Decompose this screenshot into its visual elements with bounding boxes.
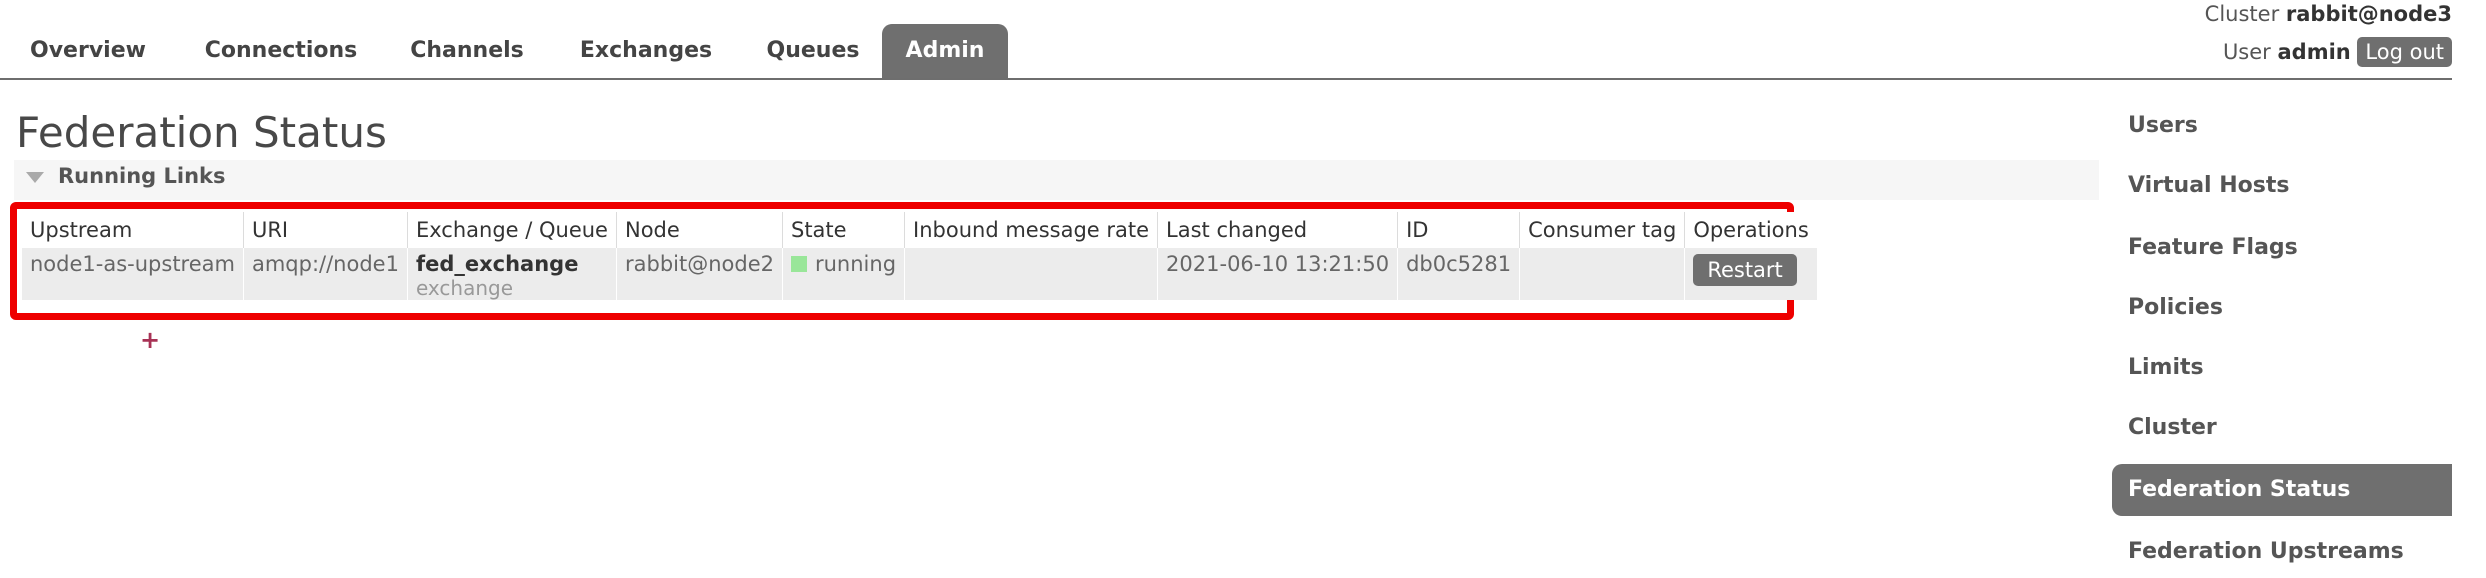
tab-channels[interactable]: Channels: [394, 24, 540, 78]
column-header: Exchange / Queue: [406, 212, 617, 248]
user-label: User: [2222, 40, 2271, 64]
sidebar-item-users[interactable]: Users: [2112, 100, 2452, 152]
column-header: URI: [242, 212, 408, 248]
logout-button[interactable]: Log out: [2357, 37, 2452, 67]
sidebar-item-policies[interactable]: Policies: [2112, 282, 2452, 334]
user-line: User admin Log out: [2205, 36, 2452, 68]
column-header: Operations: [1684, 212, 1817, 248]
sidebar-item-feature-flags[interactable]: Feature Flags: [2112, 222, 2452, 274]
column-header: Last changed: [1157, 212, 1398, 248]
sidebar-item-cluster[interactable]: Cluster: [2112, 402, 2452, 454]
main-nav: Overview Connections Channels Exchanges …: [0, 24, 2452, 80]
section-label: Running Links: [58, 164, 226, 188]
tab-exchanges[interactable]: Exchanges: [562, 24, 730, 78]
cluster-label: Cluster: [2204, 2, 2280, 26]
tab-admin[interactable]: Admin: [882, 24, 1008, 78]
tab-overview[interactable]: Overview: [14, 24, 162, 78]
restart-button[interactable]: Restart: [1693, 254, 1797, 286]
running-links-section-header[interactable]: Running Links: [14, 160, 2099, 200]
exchange-name[interactable]: fed_exchange: [416, 252, 608, 276]
upstream-cell: node1-as-upstream: [22, 248, 244, 300]
operations-cell: Restart: [1684, 248, 1817, 300]
column-header: Inbound message rate: [904, 212, 1158, 248]
column-header: Upstream: [22, 212, 244, 248]
sidebar-item-limits[interactable]: Limits: [2112, 342, 2452, 394]
cluster-name: rabbit@node3: [2285, 2, 2452, 26]
user-info: Cluster rabbit@node3 User admin Log out: [2205, 0, 2452, 68]
collapse-triangle-icon[interactable]: [26, 172, 44, 183]
column-header: Node: [615, 212, 783, 248]
consumer-tag-cell: [1519, 248, 1685, 300]
user-name: admin: [2277, 40, 2351, 64]
state-cell: running: [781, 248, 905, 300]
tab-connections[interactable]: Connections: [192, 24, 370, 78]
last-changed-cell: 2021-06-10 13:21:50: [1157, 248, 1398, 300]
plus-icon[interactable]: +: [140, 326, 160, 354]
node-cell: rabbit@node2: [615, 248, 783, 300]
column-header: State: [781, 212, 905, 248]
exchange-cell: fed_exchange exchange: [406, 248, 617, 300]
page-title: Federation Status: [16, 108, 387, 157]
inbound-rate-cell: [904, 248, 1158, 300]
federation-links-table: Upstream URI Exchange / Queue Node State…: [22, 212, 1817, 300]
sidebar-item-federation-upstreams[interactable]: Federation Upstreams: [2112, 526, 2452, 578]
sidebar-item-federation-status[interactable]: Federation Status: [2112, 464, 2452, 516]
uri-cell: amqp://node1: [242, 248, 408, 300]
state-text: running: [814, 252, 897, 276]
cluster-info: Cluster rabbit@node3: [2205, 0, 2452, 28]
table-header-row: Upstream URI Exchange / Queue Node State…: [22, 212, 1817, 248]
column-header: Consumer tag: [1519, 212, 1685, 248]
sidebar-item-virtual-hosts[interactable]: Virtual Hosts: [2112, 160, 2452, 212]
tab-queues[interactable]: Queues: [748, 24, 878, 78]
column-header: ID: [1397, 212, 1520, 248]
id-cell: db0c5281: [1397, 248, 1520, 300]
exchange-type: exchange: [415, 276, 513, 300]
table-row: node1-as-upstream amqp://node1 fed_excha…: [22, 248, 1817, 300]
running-status-icon: [790, 256, 807, 272]
